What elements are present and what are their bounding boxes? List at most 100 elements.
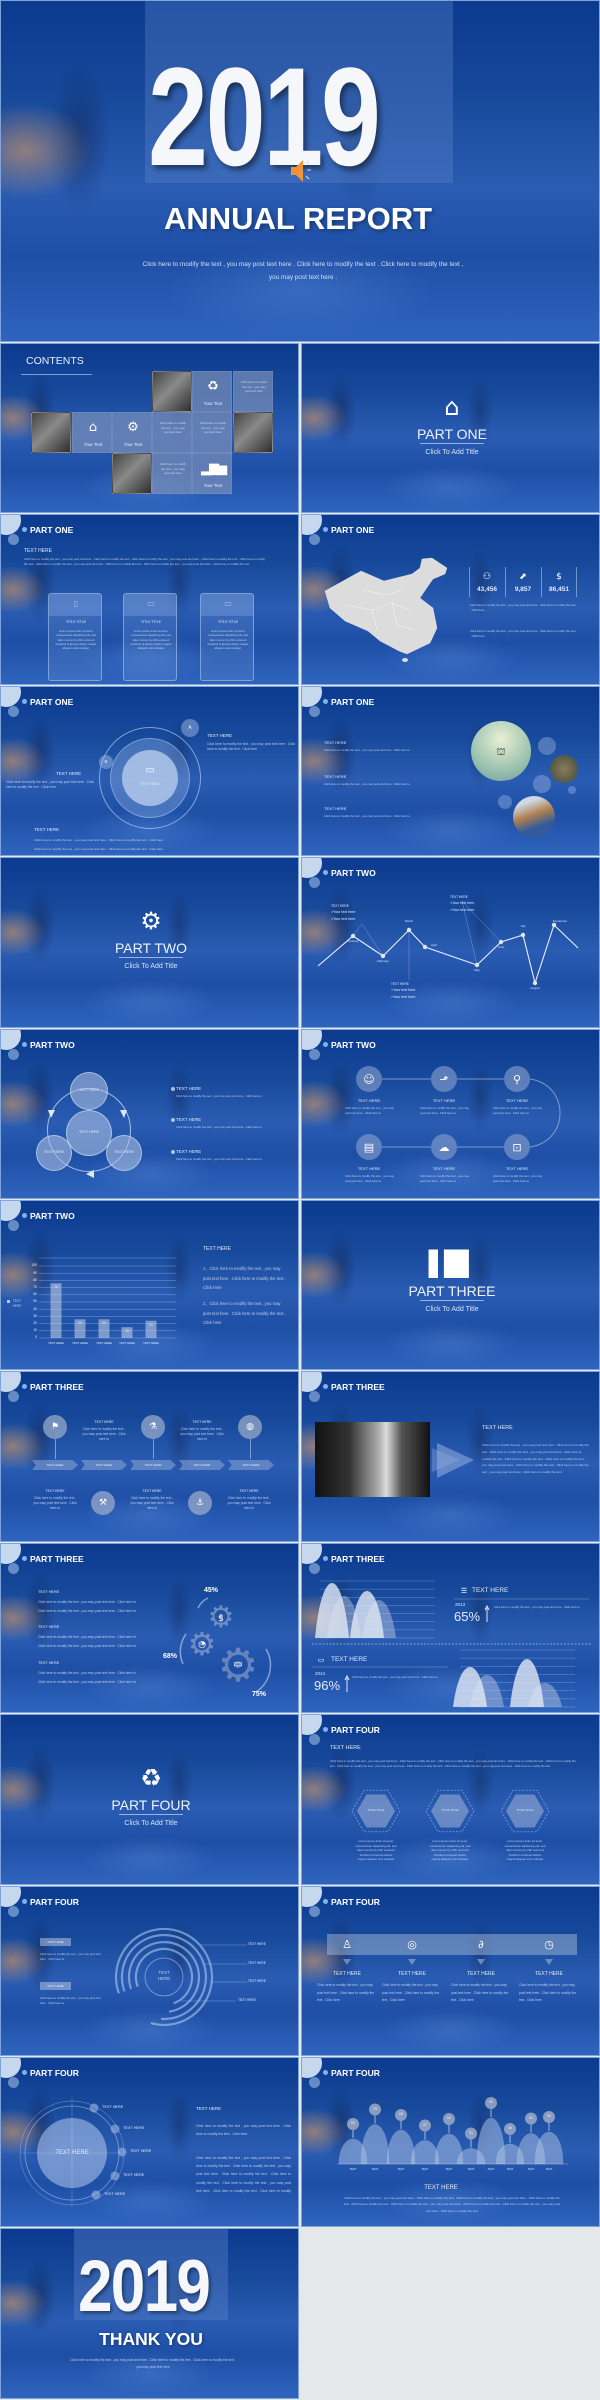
closing-title: THANK YOU	[99, 2329, 203, 2349]
value-label: 40	[507, 2126, 513, 2131]
body-text: Click here to modify the text , you may …	[482, 1443, 589, 1475]
text-label: TEXT HERE	[176, 1149, 202, 1154]
icon-tile[interactable]: ♻ Your Text	[192, 371, 232, 412]
bullet-dot	[22, 1384, 27, 1389]
down-arrow-icon	[545, 1959, 553, 1965]
slide-part-three-bells[interactable]: PART THREE ☰ TEXT HERE 2013 65% Click here to…	[301, 1543, 600, 1713]
data-point	[474, 962, 480, 968]
slide-part-one-circles[interactable]: PART ONE ▭ TEXT HERE A B TEXT HERE Click here …	[0, 686, 299, 856]
card-text: Lorem ipsum dolor sit amet, consectetuer…	[130, 629, 172, 651]
decor-circle	[309, 706, 320, 717]
trend-line	[317, 923, 579, 985]
down-arrow-icon	[343, 1959, 351, 1965]
speaker-icon[interactable]	[288, 158, 312, 184]
lock-icon: ⊡	[512, 1140, 522, 1154]
slide-part-four-section[interactable]: ♻ PART FOUR Click To Add Title	[0, 1714, 299, 1885]
body-text: Click here to modify the text , you may …	[345, 1174, 394, 1183]
slide-part-one-map[interactable]: PART ONE ⚇ 43,456 ⬈ 9,857 $86,451 Click here t…	[301, 514, 600, 685]
bullet-dot	[22, 699, 27, 704]
feature-card[interactable]: ▯ TITLE TITLE Lorem ipsum dolor sit amet, …	[48, 593, 102, 681]
arc-diagram	[114, 1927, 247, 2027]
slide-part-two-icon-flow[interactable]: PART TWO ☺ TEXT HERE Click here to modify t…	[301, 1029, 600, 1199]
body-text: Click here to modify the text , you may …	[324, 748, 410, 752]
text-label: Click here to modify the text , you may …	[34, 838, 164, 842]
slide-part-two-section[interactable]: ⚙ PART TWO Click To Add Title	[0, 857, 299, 1028]
bar-value-label: 76	[54, 1285, 58, 1290]
slide-part-three-gears[interactable]: PART THREE TEXT HERE Click here to modify …	[0, 1543, 299, 1713]
photo-tile[interactable]	[233, 412, 273, 453]
data-point	[520, 932, 526, 938]
text-label: TEXT HERE	[56, 771, 82, 776]
text-tile[interactable]: Click here to modify the text , you may …	[192, 412, 232, 453]
text-label: TEXT HERE	[248, 1961, 266, 1965]
slide-part-one-section[interactable]: ⌂ PART ONE Click To Add Title	[301, 343, 600, 513]
tick-label: 20	[33, 1320, 37, 1325]
slide-part-three-photo[interactable]: PART THREE TEXT HERE Click here to modify …	[301, 1371, 600, 1542]
body-text: Click here to modify the text , you may …	[317, 1983, 375, 2003]
hexagon-title: TITLE TITLE	[516, 1808, 534, 1812]
month-label: May	[474, 968, 480, 972]
cover-slide[interactable]: 2019 ANNUAL REPORT Click here to modify th…	[0, 0, 600, 342]
text-label: TEXT HERE	[324, 740, 347, 745]
arrow-icon	[48, 1110, 55, 1118]
slide-part-two-line-chart[interactable]: PART TWO January February March April May June…	[301, 857, 600, 1028]
slide-part-four-circle-list[interactable]: PART FOUR TEXT HERE TEXT HERE TEXT HERE TEXT…	[0, 2057, 299, 2227]
text-label: TEXT HERE	[130, 2149, 152, 2153]
text-label: TEXT HERE	[324, 806, 347, 811]
text-tile[interactable]: Click here to modify the text , you may …	[233, 371, 273, 412]
percent-value: 65%	[454, 1609, 481, 1624]
inner-circle	[122, 750, 178, 806]
icon-tile[interactable]: ⚙ Your Text	[112, 412, 152, 453]
card-title: TITLE TITLE	[218, 620, 238, 624]
slide-contents[interactable]: CONTENTS ♻ Your Text Click here to modify t…	[0, 343, 299, 513]
text-label: >Your text here	[391, 995, 416, 999]
text-tile[interactable]: Click here to modify the text , you may …	[152, 412, 192, 453]
body-text: Click here to modify the text , you may …	[176, 1094, 262, 1098]
closing-year: 2019	[78, 2246, 211, 2327]
body-text: Click here to modify the text , you may …	[420, 1174, 469, 1183]
text-label: TEXT HERE	[482, 1425, 513, 1431]
slide-deck-preview: 2019 ANNUAL REPORT Click here to modify th…	[0, 0, 600, 2400]
percent-value: 96%	[314, 1678, 341, 1693]
slide-header: PART ONE	[30, 697, 74, 707]
body-text: Click here to modify the text , you may …	[420, 1106, 469, 1115]
slide-part-one-photos[interactable]: PART ONE TEXT HERE Click here to modify th…	[301, 686, 600, 856]
feature-card[interactable]: ▭ TITLE TITLE Lorem ipsum dolor sit amet, …	[200, 593, 254, 681]
body-text: Lorem ipsum dolor sit amet, consectetuer…	[355, 1839, 397, 1861]
bullet-dot	[22, 527, 27, 532]
slide-part-three-section[interactable]: ▌█▌ PART THREE Click To Add Title	[301, 1200, 600, 1370]
slide-part-one-cards[interactable]: PART ONE TEXT HERE Click here to modify th…	[0, 514, 299, 685]
slide-part-two-cycle[interactable]: PART TWO TEXT HERE TEXT HERE TEXT HERE TEXT …	[0, 1029, 299, 1199]
feature-card[interactable]: ▭ TITLE TITLE Lorem ipsum dolor sit amet, …	[123, 593, 177, 681]
slide-part-four-mountain-chart[interactable]: PART FOUR 50 TEXT 79 TEXT 68 TEXT 47 TEXT 60 TEXT 3…	[301, 2057, 600, 2227]
card-text: Lorem ipsum dolor sit amet, consectetuer…	[55, 629, 97, 651]
tick-label: 0	[35, 1335, 37, 1340]
head-gear-icon: ☺	[363, 1072, 375, 1086]
slide-part-three-timeline[interactable]: PART THREE ⚑ ⚗ ◍ TEXT HERE Click here to modi…	[0, 1371, 299, 1542]
text-label: TEXT HERE	[248, 1979, 266, 1983]
slide-thank-you[interactable]: 2019 THANK YOU Click here to modify the te…	[0, 2228, 299, 2399]
people-icon: ⚇	[482, 571, 492, 582]
body-text: Click here to modify the text , you may …	[382, 1983, 440, 2003]
link-icon: ∂	[478, 1937, 484, 1951]
cable-car-icon: ⛫	[496, 747, 506, 758]
search-icon: ⚲	[512, 1072, 522, 1086]
tick-label: 90	[33, 1270, 37, 1275]
legend-label: TEXT HERE	[12, 1299, 22, 1308]
bell-shape	[315, 1583, 349, 1638]
slide-part-four-arcs[interactable]: PART FOUR TEXT HERE Click here to modify t…	[0, 1886, 299, 2056]
text-label: TEXT HERE	[239, 1489, 259, 1493]
slide-part-two-bar-chart[interactable]: PART TWO 0 10 20 30 40 50 60 70 80 90 100 76 TEXT HER…	[0, 1200, 299, 1370]
recycle-icon: ♻	[140, 1764, 162, 1792]
section-title: PART ONE	[416, 426, 488, 442]
slide-part-four-columns[interactable]: PART FOUR ♙ TEXT HERE Click here to modify …	[301, 1886, 600, 2056]
data-point	[350, 933, 356, 939]
icon-tile[interactable]: ▂▆▅ Your Text	[192, 453, 232, 494]
cover-title: ANNUAL REPORT	[163, 201, 433, 236]
slide-part-four-hexagons[interactable]: PART FOUR TEXT HERE Click here to modify t…	[301, 1714, 600, 1885]
decor-circle	[533, 775, 551, 793]
value-label: 50	[350, 2121, 356, 2126]
stat-value: 86,451	[549, 586, 569, 593]
tile-text: Click here to modify the text , you may …	[240, 380, 268, 394]
decor-circle	[538, 737, 556, 755]
